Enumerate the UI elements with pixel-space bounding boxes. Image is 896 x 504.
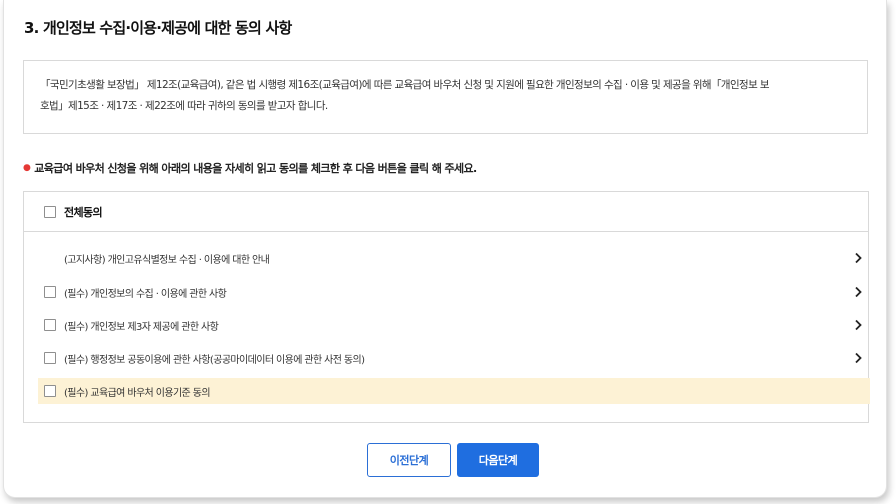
consent-checkbox-admin-info[interactable] [44,352,56,364]
consent-checkbox-collection[interactable] [44,286,56,298]
prev-step-button[interactable]: 이전단계 [367,443,451,477]
chevron-right-icon[interactable] [852,285,864,299]
consent-checkbox-third-party[interactable] [44,319,56,331]
required-bullet-icon: ● [23,163,31,173]
consent-item-voucher-terms[interactable]: (필수) 교육급여 바우처 이용기준 동의 [38,378,870,404]
notice-box: 「국민기초생활 보장법」 제12조(교육급여), 같은 법 시행령 제16조(교… [23,60,868,134]
consent-item-label: (필수) 행정정보 공동이용에 관한 사항(공공마이데이터 이용에 관한 사전 … [64,354,365,366]
notice-line-1: 「국민기초생활 보장법」 제12조(교육급여), 같은 법 시행령 제16조(교… [40,79,770,91]
consent-item-label: (필수) 개인정보 제3자 제공에 관한 사항 [64,321,219,333]
consent-item-admin-info[interactable]: (필수) 행정정보 공동이용에 관한 사항(공공마이데이터 이용에 관한 사전 … [38,345,870,371]
agree-all-row[interactable]: 전체동의 [24,192,868,232]
consent-checkbox-voucher-terms[interactable] [44,385,56,397]
agree-all-checkbox[interactable] [44,205,56,218]
section-title: 3. 개인정보 수집·이용·제공에 대한 동의 사항 [24,19,292,37]
chevron-right-icon[interactable] [852,351,864,365]
instruction: ● 교육급여 바우처 신청을 위해 아래의 내용을 자세히 읽고 동의를 체크한… [23,160,477,176]
consent-item-label: (필수) 개인정보의 수집 · 이용에 관한 사항 [64,288,227,300]
agree-all-label: 전체동의 [64,205,103,219]
consent-item-third-party[interactable]: (필수) 개인정보 제3자 제공에 관한 사항 [38,312,870,338]
consent-item-label: (필수) 교육급여 바우처 이용기준 동의 [64,387,211,399]
chevron-right-icon[interactable] [852,251,864,265]
consent-list: 전체동의 (고지사항) 개인고유식별정보 수집 · 이용에 대한 안내 (필수)… [23,191,870,423]
consent-panel: 3. 개인정보 수집·이용·제공에 대한 동의 사항 「국민기초생활 보장법」 … [3,0,887,498]
consent-item-collection[interactable]: (필수) 개인정보의 수집 · 이용에 관한 사항 [38,279,870,305]
chevron-right-icon[interactable] [852,318,864,332]
consent-item-label: (고지사항) 개인고유식별정보 수집 · 이용에 대한 안내 [64,254,270,266]
consent-item-notice[interactable]: (고지사항) 개인고유식별정보 수집 · 이용에 대한 안내 [38,245,870,271]
instruction-text: 교육급여 바우처 신청을 위해 아래의 내용을 자세히 읽고 동의를 체크한 후… [34,162,477,175]
notice-line-2: 호법」제15조 · 제17조 · 제22조에 따라 귀하의 동의를 받고자 합니… [40,100,328,112]
next-step-button[interactable]: 다음단계 [457,443,539,477]
